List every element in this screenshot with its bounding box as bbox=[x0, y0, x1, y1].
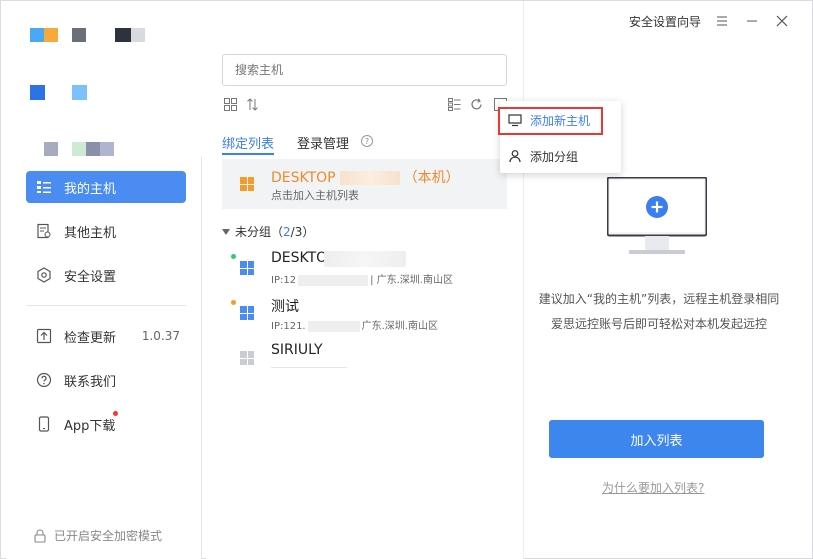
group-ungrouped[interactable]: 未分组（ 2/3） bbox=[222, 223, 314, 240]
security-wizard-link[interactable]: 安全设置向导 bbox=[629, 13, 701, 30]
active-tab-indicator bbox=[222, 153, 274, 155]
sort-icon[interactable] bbox=[244, 96, 260, 112]
list-view-icon[interactable] bbox=[446, 96, 462, 112]
sidebar-divider bbox=[26, 305, 186, 306]
close-icon[interactable] bbox=[775, 13, 789, 27]
away-status-dot bbox=[231, 300, 236, 305]
monitor-add-illustration bbox=[607, 177, 707, 254]
sidebar-item-other-hosts[interactable]: 其他主机 bbox=[26, 215, 186, 247]
add-group-item[interactable]: 添加分组 bbox=[500, 139, 621, 173]
windows-icon bbox=[240, 177, 254, 191]
host-ip: IP:12 | 广东.深圳.南山区 bbox=[271, 274, 453, 286]
upload-icon bbox=[36, 328, 52, 344]
grid-view-icon[interactable] bbox=[222, 96, 238, 112]
search-input[interactable] bbox=[222, 54, 507, 86]
host-list-icon bbox=[36, 179, 52, 195]
refresh-icon[interactable] bbox=[468, 96, 484, 112]
encryption-status: 已开启安全加密模式 bbox=[34, 527, 162, 544]
other-host-icon bbox=[36, 223, 52, 239]
encryption-status-text: 已开启安全加密模式 bbox=[54, 529, 163, 543]
notification-dot bbox=[113, 411, 118, 416]
local-host-hint: 点击加入主机列表 bbox=[271, 189, 359, 202]
join-list-button[interactable]: 加入列表 bbox=[549, 420, 764, 458]
app-window: 我的主机 其他主机 安全设置 检查更新 1.0.37 联系我们 App下载 已开… bbox=[0, 0, 813, 559]
why-join-link[interactable]: 为什么要加入列表? bbox=[602, 479, 704, 496]
host-name: 测试 bbox=[271, 299, 299, 315]
join-description-line1: 建议加入“我的主机”列表，远程主机登录相同 bbox=[538, 292, 780, 306]
windows-icon bbox=[240, 306, 254, 320]
user-icon bbox=[509, 150, 521, 163]
sidebar-item-security[interactable]: 安全设置 bbox=[26, 259, 186, 291]
tab-bound-list[interactable]: 绑定列表 bbox=[222, 133, 274, 152]
highlight-box bbox=[498, 107, 603, 135]
tab-login-management[interactable]: 登录管理 bbox=[297, 133, 349, 152]
local-host-card[interactable]: DESKTOP （本机） 点击加入主机列表 bbox=[222, 159, 507, 209]
online-status-dot bbox=[231, 254, 236, 259]
sidebar-item-label: 安全设置 bbox=[64, 269, 117, 285]
sidebar-item-check-update[interactable]: 检查更新 1.0.37 bbox=[26, 320, 186, 352]
host-name: SIRIULY bbox=[271, 342, 323, 358]
sidebar: 我的主机 其他主机 安全设置 检查更新 1.0.37 联系我们 App下载 已开… bbox=[6, 1, 202, 559]
local-host-name: DESKTOP （本机） bbox=[271, 170, 460, 186]
hexagon-settings-icon bbox=[36, 267, 52, 283]
sidebar-item-label: 联系我们 bbox=[64, 374, 117, 390]
version-label: 1.0.37 bbox=[141, 329, 180, 343]
sidebar-item-contact[interactable]: 联系我们 bbox=[26, 364, 186, 396]
join-description-line2: 爱思远控账号后即可轻松对本机发起远控 bbox=[550, 317, 767, 331]
windows-icon bbox=[240, 261, 254, 275]
help-icon[interactable]: ? bbox=[361, 135, 373, 147]
menu-icon[interactable] bbox=[715, 13, 729, 27]
sidebar-item-app-download[interactable]: App下载 bbox=[26, 408, 186, 440]
host-name: DESKTO bbox=[271, 250, 328, 266]
windows-icon bbox=[240, 351, 254, 365]
sidebar-item-label: App下载 bbox=[64, 418, 116, 434]
sidebar-item-label: 我的主机 bbox=[64, 181, 117, 197]
minimize-icon[interactable] bbox=[745, 13, 759, 27]
question-icon bbox=[36, 372, 52, 388]
sidebar-item-label: 检查更新 bbox=[64, 330, 117, 346]
lock-icon bbox=[34, 529, 46, 543]
logo-mosaic bbox=[6, 1, 202, 156]
host-list-panel: 绑定列表 登录管理 ? DESKTOP（本机） 点击加入主机列表 未分组（2/3… bbox=[206, 1, 524, 559]
host-ip: IP:121. 广东.深圳.南山区 bbox=[271, 320, 438, 332]
phone-icon bbox=[36, 416, 52, 432]
sidebar-item-my-hosts[interactable]: 我的主机 bbox=[26, 171, 186, 203]
sidebar-item-label: 其他主机 bbox=[64, 225, 117, 241]
caret-down-icon bbox=[222, 228, 230, 235]
